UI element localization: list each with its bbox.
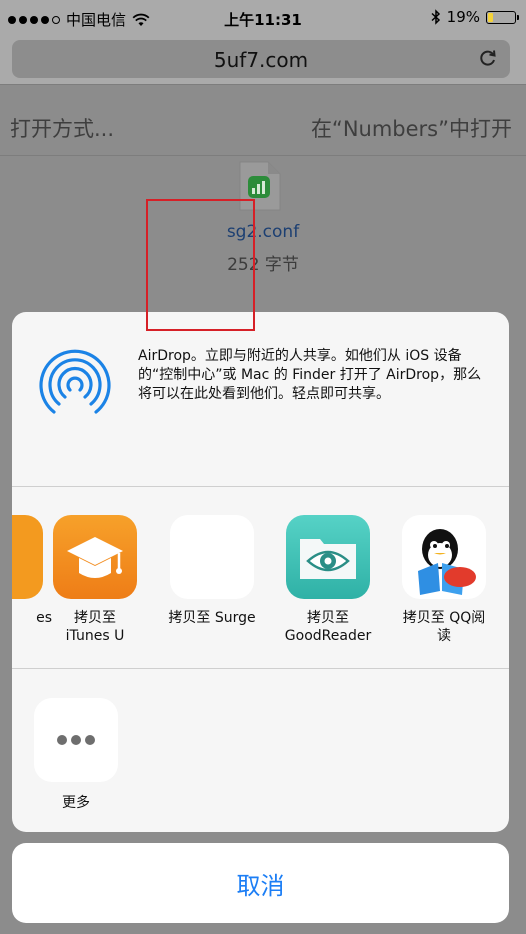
share-sheet: AirDrop。立即与附近的人共享。如他们从 iOS 设备的“控制中心”或 Ma… [12, 312, 509, 832]
app-label-qq-reader: 拷贝至 QQ阅 读 [402, 610, 486, 644]
airdrop-icon [39, 349, 111, 414]
surge-icon [170, 515, 254, 599]
status-right: 19% [431, 8, 519, 26]
file-size: 252 字节 [227, 255, 299, 275]
app-label-goodreader: 拷贝至 GoodReader [284, 610, 372, 644]
itunes-u-icon [53, 515, 137, 599]
screen: 中国电信 上午11:31 19% 5uf7.com 打开方式... 在“Numb… [0, 0, 526, 934]
ellipsis-icon [34, 698, 118, 782]
open-with-button[interactable]: 打开方式... [10, 113, 114, 143]
file-name: sg2.conf [226, 222, 300, 242]
airdrop-description: AirDrop。立即与附近的人共享。如他们从 iOS 设备的“控制中心”或 Ma… [138, 348, 482, 402]
app-surge[interactable]: 拷贝至 Surge [157, 515, 267, 627]
app-qq-reader[interactable]: 拷贝至 QQ阅 读 [389, 515, 499, 645]
partial-app-icon [12, 515, 43, 599]
battery-icon [486, 10, 519, 24]
open-in-numbers-button[interactable]: 在“Numbers”中打开 [311, 113, 512, 143]
address-bar-container: 5uf7.com [0, 36, 526, 84]
status-bar: 中国电信 上午11:31 19% [0, 0, 526, 36]
app-label-itunes-u: 拷贝至 iTunes U [65, 610, 125, 644]
more-label: 更多 [62, 795, 90, 811]
open-in-bar: 打开方式... 在“Numbers”中打开 [0, 84, 526, 156]
surge-highlight-box [146, 199, 255, 331]
app-row: es 拷贝至 iTunes U 拷贝至 Surge 拷贝至 GoodReader… [12, 487, 509, 669]
app-label-surge: 拷贝至 Surge [168, 610, 256, 626]
app-goodreader[interactable]: 拷贝至 GoodReader [273, 515, 383, 645]
qq-reader-icon [402, 515, 486, 599]
address-bar[interactable]: 5uf7.com [12, 40, 510, 78]
reload-icon[interactable] [478, 48, 498, 68]
goodreader-icon [286, 515, 370, 599]
battery-percent: 19% [446, 8, 480, 26]
url-text: 5uf7.com [213, 48, 309, 72]
airdrop-section[interactable]: AirDrop。立即与附近的人共享。如他们从 iOS 设备的“控制中心”或 Ma… [12, 312, 509, 487]
cancel-button[interactable]: 取消 [12, 843, 509, 923]
app-itunes-u[interactable]: 拷贝至 iTunes U [40, 515, 150, 645]
bluetooth-icon [431, 9, 440, 25]
more-button[interactable]: 更多 [34, 698, 118, 812]
